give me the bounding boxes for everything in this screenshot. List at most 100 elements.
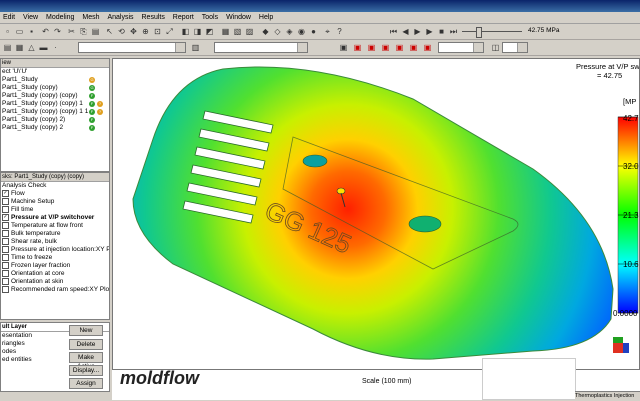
beam-icon[interactable]: ▬ (38, 42, 49, 53)
new-layer-button[interactable]: New (69, 325, 103, 336)
task-checkbox[interactable] (2, 230, 9, 237)
task-checkbox[interactable] (2, 270, 9, 277)
task-item[interactable]: Pressure at injection location:XY P (1, 246, 109, 254)
step-forward-icon[interactable]: ▶ (424, 26, 435, 37)
task-item[interactable]: Shear rate, bulk (1, 238, 109, 246)
open-icon[interactable]: ▭ (14, 26, 25, 37)
display-button[interactable]: Display... (69, 365, 103, 376)
fit-icon[interactable]: ⤢ (164, 26, 175, 37)
rotate-icon[interactable]: ⟲ (116, 26, 127, 37)
animation-slider-thumb[interactable] (476, 27, 482, 38)
shade-red-icon-4[interactable]: ▣ (380, 42, 391, 53)
study-item[interactable]: Part1_Study (copy) 2) F (1, 116, 109, 124)
mesh-icon[interactable]: ▦ (220, 26, 231, 37)
wire-icon[interactable]: ◇ (272, 26, 283, 37)
undo-icon[interactable]: ↶ (40, 26, 51, 37)
paste-icon[interactable]: ▤ (90, 26, 101, 37)
task-item[interactable]: Pressure at V/P switchover (1, 214, 109, 222)
task-checkbox[interactable] (2, 286, 9, 293)
task-item[interactable]: Orientation at skin (1, 278, 109, 286)
menu-help[interactable]: Help (256, 12, 276, 23)
task-checkbox[interactable] (2, 222, 9, 229)
stop-icon[interactable]: ■ (436, 26, 447, 37)
query-icon[interactable]: ? (334, 26, 345, 37)
study-item[interactable]: Part1_Study (copy) (copy) 1 1 F? (1, 108, 109, 116)
model-viewport[interactable]: GG 125 42.75 32.06 21.37 10.69 0.0000 Pr… (112, 58, 640, 370)
view-front-icon[interactable]: ◧ (180, 26, 191, 37)
task-checkbox[interactable] (2, 278, 9, 285)
delete-layer-button[interactable]: Delete (69, 339, 103, 350)
part-render[interactable]: GG 125 42.75 32.06 21.37 10.69 0.0000 (113, 59, 640, 370)
shade-red-icon-5[interactable]: ▣ (394, 42, 405, 53)
plot-type-selector[interactable] (214, 42, 308, 53)
make-active-button[interactable]: Make Active (69, 352, 103, 370)
redo-icon[interactable]: ↷ (52, 26, 63, 37)
task-item[interactable]: Bulk temperature (1, 230, 109, 238)
task-checkbox[interactable] (2, 238, 9, 245)
shade-icon[interactable]: ◆ (260, 26, 271, 37)
task-item[interactable]: Analysis Check (1, 182, 109, 190)
menu-results[interactable]: Results (139, 12, 168, 23)
play-end-icon[interactable]: ⏭ (448, 26, 459, 37)
step-back-icon[interactable]: ◀ (400, 26, 411, 37)
clip-icon[interactable]: ◈ (284, 26, 295, 37)
task-checkbox[interactable] (2, 198, 9, 205)
task-checkbox[interactable] (2, 262, 9, 269)
save-icon[interactable]: ▪ (26, 26, 37, 37)
task-checkbox[interactable] (2, 190, 9, 197)
zoom-icon[interactable]: ⊕ (140, 26, 151, 37)
play-start-icon[interactable]: ⏮ (388, 26, 399, 37)
project-root[interactable]: ect 'U\'U' (1, 68, 109, 76)
plot-icon[interactable]: ▥ (190, 42, 201, 53)
task-item[interactable]: Frozen layer fraction (1, 262, 109, 270)
task-item[interactable]: Fill time (1, 206, 109, 214)
light-icon[interactable]: ◉ (296, 26, 307, 37)
element-icon[interactable]: ▨ (244, 26, 255, 37)
shade-red-icon-6[interactable]: ▣ (408, 42, 419, 53)
task-item[interactable]: Temperature at flow front (1, 222, 109, 230)
triangle-icon[interactable]: △ (26, 42, 37, 53)
task-checkbox[interactable] (2, 246, 9, 253)
task-item[interactable]: Machine Setup (1, 198, 109, 206)
zoom-selector[interactable] (502, 42, 528, 53)
view-selector[interactable] (438, 42, 484, 53)
measure-icon[interactable]: ⌖ (322, 26, 333, 37)
play-icon[interactable]: ▶ (412, 26, 423, 37)
node-icon[interactable]: ▧ (232, 26, 243, 37)
view-top-icon[interactable]: ◩ (204, 26, 215, 37)
menu-edit[interactable]: Edit (0, 12, 18, 23)
cut-icon[interactable]: ✂ (66, 26, 77, 37)
study-item[interactable]: Part1_Study (copy) (copy) F (1, 92, 109, 100)
task-item[interactable]: Flow (1, 190, 109, 198)
result-selector[interactable] (78, 42, 186, 53)
shade-red-icon-1[interactable]: ▣ (338, 42, 349, 53)
menu-report[interactable]: Report (170, 12, 197, 23)
study-item[interactable]: Part1_Study G (1, 76, 109, 84)
assign-button[interactable]: Assign (69, 378, 103, 389)
menu-analysis[interactable]: Analysis (104, 12, 136, 23)
copy-icon[interactable]: ⎘ (78, 26, 89, 37)
point-icon[interactable]: · (50, 42, 61, 53)
select-icon[interactable]: ↖ (104, 26, 115, 37)
task-checkbox[interactable] (2, 214, 9, 221)
menu-modeling[interactable]: Modeling (43, 12, 77, 23)
menu-window[interactable]: Window (223, 12, 254, 23)
color-icon[interactable]: ● (308, 26, 319, 37)
animation-slider[interactable] (462, 31, 522, 32)
study-item[interactable]: Part1_Study (copy) G (1, 84, 109, 92)
study-item[interactable]: Part1_Study (copy) 2 F (1, 124, 109, 132)
shade-red-icon-7[interactable]: ▣ (422, 42, 433, 53)
task-checkbox[interactable] (2, 254, 9, 261)
task-item[interactable]: Orientation at core (1, 270, 109, 278)
menu-view[interactable]: View (20, 12, 41, 23)
task-checkbox[interactable] (2, 206, 9, 213)
grid-icon[interactable]: ▦ (14, 42, 25, 53)
zoom-box-icon[interactable]: ⊡ (152, 26, 163, 37)
shade-red-icon-3[interactable]: ▣ (366, 42, 377, 53)
pan-icon[interactable]: ✥ (128, 26, 139, 37)
new-file-icon[interactable]: ▫ (2, 26, 13, 37)
cube-icon[interactable]: ◫ (490, 42, 501, 53)
view-iso-icon[interactable]: ◨ (192, 26, 203, 37)
study-item[interactable]: Part1_Study (copy) (copy) 1 F? (1, 100, 109, 108)
task-item[interactable]: Time to freeze (1, 254, 109, 262)
